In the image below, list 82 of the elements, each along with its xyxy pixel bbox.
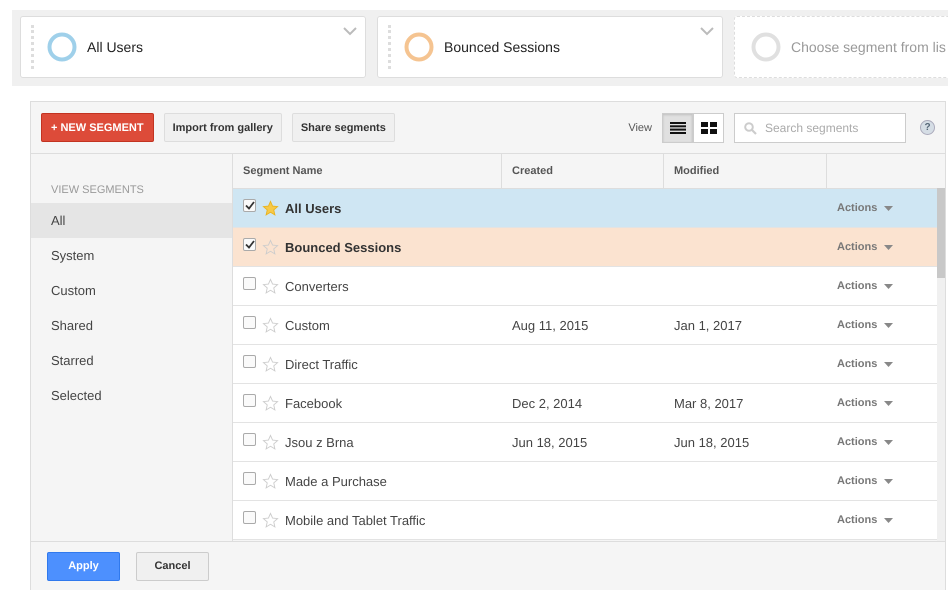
actions-dropdown[interactable]: Actions xyxy=(837,358,894,370)
caret-icon xyxy=(884,244,894,250)
checkbox[interactable] xyxy=(243,432,256,446)
caret-icon xyxy=(884,440,894,444)
actions-dropdown[interactable]: Actions xyxy=(837,514,894,526)
list-view-button[interactable] xyxy=(662,112,693,142)
actions-dropdown[interactable]: Actions xyxy=(837,475,894,487)
grid-icon xyxy=(700,122,716,134)
view-label: View xyxy=(628,122,652,134)
created-date: Aug 11, 2015 xyxy=(512,318,588,332)
created-date: Dec 2, 2014 xyxy=(512,396,582,410)
chevron-icon[interactable] xyxy=(700,27,714,36)
caret-icon xyxy=(884,206,894,210)
chevron-icon[interactable] xyxy=(343,27,357,36)
created-date: Jun 18, 2015 xyxy=(512,434,588,450)
star-icon[interactable] xyxy=(262,434,279,450)
actions-dropdown[interactable]: Actions xyxy=(837,241,894,253)
modified-date: Mar 8, 2017 xyxy=(674,396,744,410)
checkbox[interactable] xyxy=(243,316,256,328)
caret-icon xyxy=(884,518,894,522)
segment-name[interactable]: Bounced Sessions xyxy=(285,240,402,254)
cancel-button[interactable]: Cancel xyxy=(136,552,209,580)
modified-date: Jun 18, 2015 xyxy=(674,434,750,450)
caret-icon xyxy=(884,284,894,288)
checkbox[interactable] xyxy=(243,354,256,368)
star-icon[interactable] xyxy=(262,512,279,528)
checkbox[interactable] xyxy=(243,510,256,524)
sidebar-item[interactable]: Custom xyxy=(31,273,232,308)
segment-name[interactable]: All Users xyxy=(285,200,342,216)
toolbar-button[interactable]: Share segments xyxy=(292,113,395,142)
checkbox[interactable] xyxy=(243,198,256,212)
star-icon[interactable] xyxy=(262,316,279,334)
sidebar-item[interactable]: Shared xyxy=(31,308,232,343)
caret-icon xyxy=(884,362,894,366)
segment-name[interactable]: Direct Traffic xyxy=(285,356,358,372)
segment-label: All Users xyxy=(87,39,144,55)
actions-dropdown[interactable]: Actions xyxy=(837,319,894,331)
segment-name[interactable]: Converters xyxy=(285,278,349,294)
search-field[interactable]: Search segments xyxy=(734,112,906,142)
star-icon[interactable] xyxy=(262,238,279,256)
actions-dropdown[interactable]: Actions xyxy=(837,436,894,448)
segment-label: Choose segment from lis xyxy=(791,39,946,55)
star-icon[interactable] xyxy=(262,472,279,490)
modified-date: Jan 1, 2017 xyxy=(674,318,742,332)
sidebar-item[interactable]: Selected xyxy=(31,378,232,413)
sidebar-heading: VIEW SEGMENTS xyxy=(50,184,145,198)
search-icon xyxy=(744,122,757,134)
caret-icon xyxy=(884,478,894,484)
segment-card[interactable]: Bounced Sessions xyxy=(377,16,723,78)
caret-icon xyxy=(884,322,894,328)
caret-icon xyxy=(884,400,894,406)
star-icon[interactable] xyxy=(262,278,279,294)
checkbox[interactable] xyxy=(243,472,256,484)
segment-name[interactable]: Facebook xyxy=(285,396,342,410)
sidebar-item[interactable]: System xyxy=(31,238,232,273)
column-header[interactable]: Segment Name xyxy=(233,154,502,188)
column-header[interactable]: Modified xyxy=(664,154,827,188)
sidebar-item[interactable]: All xyxy=(31,203,232,238)
actions-dropdown[interactable]: Actions xyxy=(837,280,894,292)
column-header[interactable]: Created xyxy=(502,154,664,188)
segment-card[interactable]: All Users xyxy=(20,16,366,78)
new-segment-button[interactable]: + NEW SEGMENT xyxy=(41,113,154,142)
help-button[interactable]: ? xyxy=(920,120,935,135)
segment-label: Bounced Sessions xyxy=(444,39,560,55)
checkbox[interactable] xyxy=(243,238,256,250)
scrollbar[interactable] xyxy=(937,188,945,541)
checkbox[interactable] xyxy=(243,394,256,406)
star-icon[interactable] xyxy=(262,356,279,372)
list-icon xyxy=(670,122,686,134)
actions-dropdown[interactable]: Actions xyxy=(837,397,894,409)
grid-view-button[interactable] xyxy=(693,112,724,142)
segment-name[interactable]: Mobile and Tablet Traffic xyxy=(285,512,426,528)
toolbar-button[interactable]: Import from gallery xyxy=(164,113,282,142)
checkbox[interactable] xyxy=(243,276,256,290)
grip-icon[interactable] xyxy=(388,25,394,69)
segment-name[interactable]: Made a Purchase xyxy=(285,474,387,488)
star-icon[interactable] xyxy=(262,394,279,412)
segment-name[interactable]: Custom xyxy=(285,318,330,332)
grip-icon[interactable] xyxy=(31,25,37,69)
segment-name[interactable]: Jsou z Brna xyxy=(285,434,354,450)
sidebar-item[interactable]: Starred xyxy=(31,343,232,378)
star-icon[interactable] xyxy=(262,200,279,216)
